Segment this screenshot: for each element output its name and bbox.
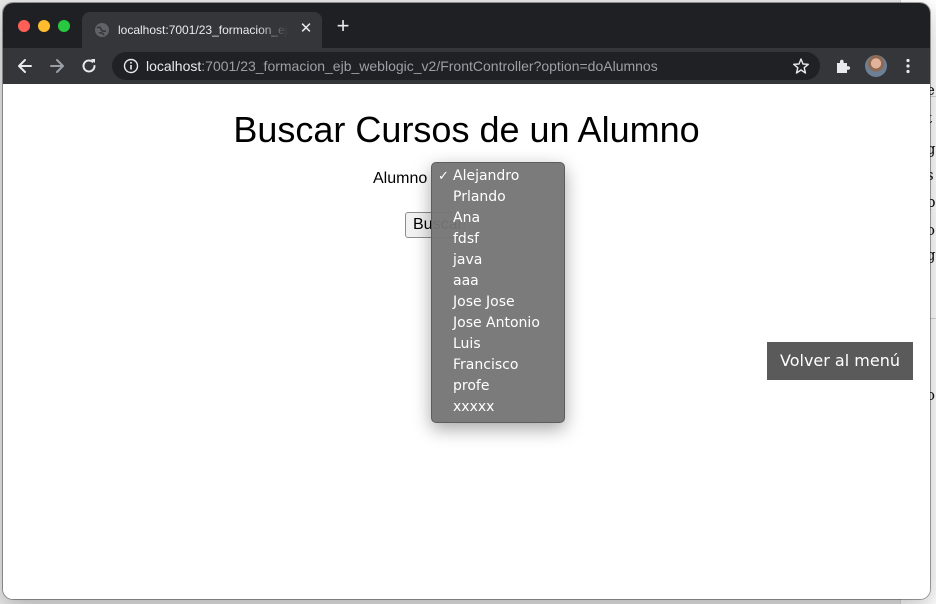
select-option[interactable]: Prlando xyxy=(432,187,564,208)
option-label: Luis xyxy=(453,336,481,352)
option-label: fdsf xyxy=(453,231,480,247)
option-label: Ana xyxy=(453,210,481,226)
close-window-button[interactable] xyxy=(18,20,30,32)
zoom-window-button[interactable] xyxy=(58,20,70,32)
url-host: localhost xyxy=(146,58,202,74)
back-arrow-icon[interactable] xyxy=(15,56,35,76)
profile-avatar[interactable] xyxy=(865,55,887,77)
puzzle-icon[interactable] xyxy=(834,57,852,75)
url-text: localhost:7001/23_formacion_ejb_weblogic… xyxy=(146,58,658,74)
reload-icon[interactable] xyxy=(79,56,99,76)
option-label: Prlando xyxy=(453,189,506,205)
close-tab-icon[interactable]: ✕ xyxy=(298,21,314,37)
option-label: java xyxy=(453,252,483,268)
page-content: Buscar Cursos de un Alumno Alumno Buscar… xyxy=(3,84,930,599)
select-option[interactable]: Ana xyxy=(432,208,564,229)
checkmark-icon: ✓ xyxy=(438,169,449,184)
select-option[interactable]: Jose Antonio xyxy=(432,313,564,334)
tab-strip: localhost:7001/23_formacion_ejb_weblogic… xyxy=(3,3,930,48)
alumno-label: Alumno xyxy=(373,170,428,187)
alumno-select-dropdown[interactable]: ✓ Alejandro Prlando Ana fdsf java aaa Jo… xyxy=(431,162,565,423)
select-option[interactable]: Francisco xyxy=(432,355,564,376)
url-path: :7001/23_formacion_ejb_weblogic_v2/Front… xyxy=(201,58,658,74)
select-option[interactable]: Jose Jose xyxy=(432,292,564,313)
select-option[interactable]: ✓ Alejandro xyxy=(432,166,564,187)
select-option[interactable]: java xyxy=(432,250,564,271)
select-option[interactable]: fdsf xyxy=(432,229,564,250)
minimize-window-button[interactable] xyxy=(38,20,50,32)
new-tab-button[interactable]: + xyxy=(333,15,353,37)
address-bar[interactable]: localhost:7001/23_formacion_ejb_weblogic… xyxy=(112,52,820,80)
option-label: Jose Antonio xyxy=(453,315,540,331)
globe-icon xyxy=(94,22,110,38)
toolbar: localhost:7001/23_formacion_ejb_weblogic… xyxy=(3,48,930,84)
browser-window: localhost:7001/23_formacion_ejb_weblogic… xyxy=(3,3,930,599)
option-label: Alejandro xyxy=(453,168,520,184)
tab-active[interactable]: localhost:7001/23_formacion_ejb_weblogic… xyxy=(82,12,322,48)
option-label: aaa xyxy=(453,273,479,289)
option-label: profe xyxy=(453,378,490,394)
option-label: Jose Jose xyxy=(453,294,515,310)
select-option[interactable]: Luis xyxy=(432,334,564,355)
star-icon[interactable] xyxy=(792,57,810,75)
kebab-menu-icon[interactable] xyxy=(899,57,917,75)
select-option[interactable]: aaa xyxy=(432,271,564,292)
back-to-menu-button[interactable]: Volver al menú xyxy=(767,342,913,380)
select-option[interactable]: profe xyxy=(432,376,564,397)
info-icon[interactable] xyxy=(123,58,139,74)
option-label: xxxxx xyxy=(453,399,495,415)
page-title: Buscar Cursos de un Alumno xyxy=(233,109,700,150)
select-option[interactable]: xxxxx xyxy=(432,397,564,418)
tab-title: localhost:7001/23_formacion_ejb_weblogic… xyxy=(118,23,288,37)
option-label: Francisco xyxy=(453,357,519,373)
forward-arrow-icon[interactable] xyxy=(47,56,67,76)
